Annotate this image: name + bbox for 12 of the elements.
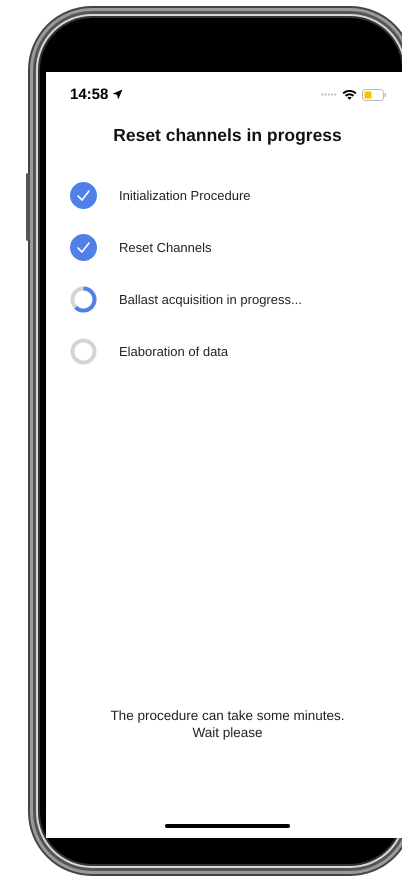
status-time: 14:58 xyxy=(70,86,108,103)
info-text: The procedure can take some minutes. xyxy=(110,708,345,723)
step-label: Ballast acquisition in progress... xyxy=(119,292,302,306)
location-arrow-icon xyxy=(112,89,124,100)
info-text: Wait please xyxy=(192,725,263,740)
step-label: Reset Channels xyxy=(119,240,212,254)
battery-icon xyxy=(362,88,387,100)
signal-icon xyxy=(321,93,337,96)
step-label: Initialization Procedure xyxy=(119,188,251,202)
screen-title: Reset channels in progress xyxy=(112,125,343,146)
step-label: Elaboration of data xyxy=(119,344,228,358)
wifi-icon xyxy=(342,89,357,100)
